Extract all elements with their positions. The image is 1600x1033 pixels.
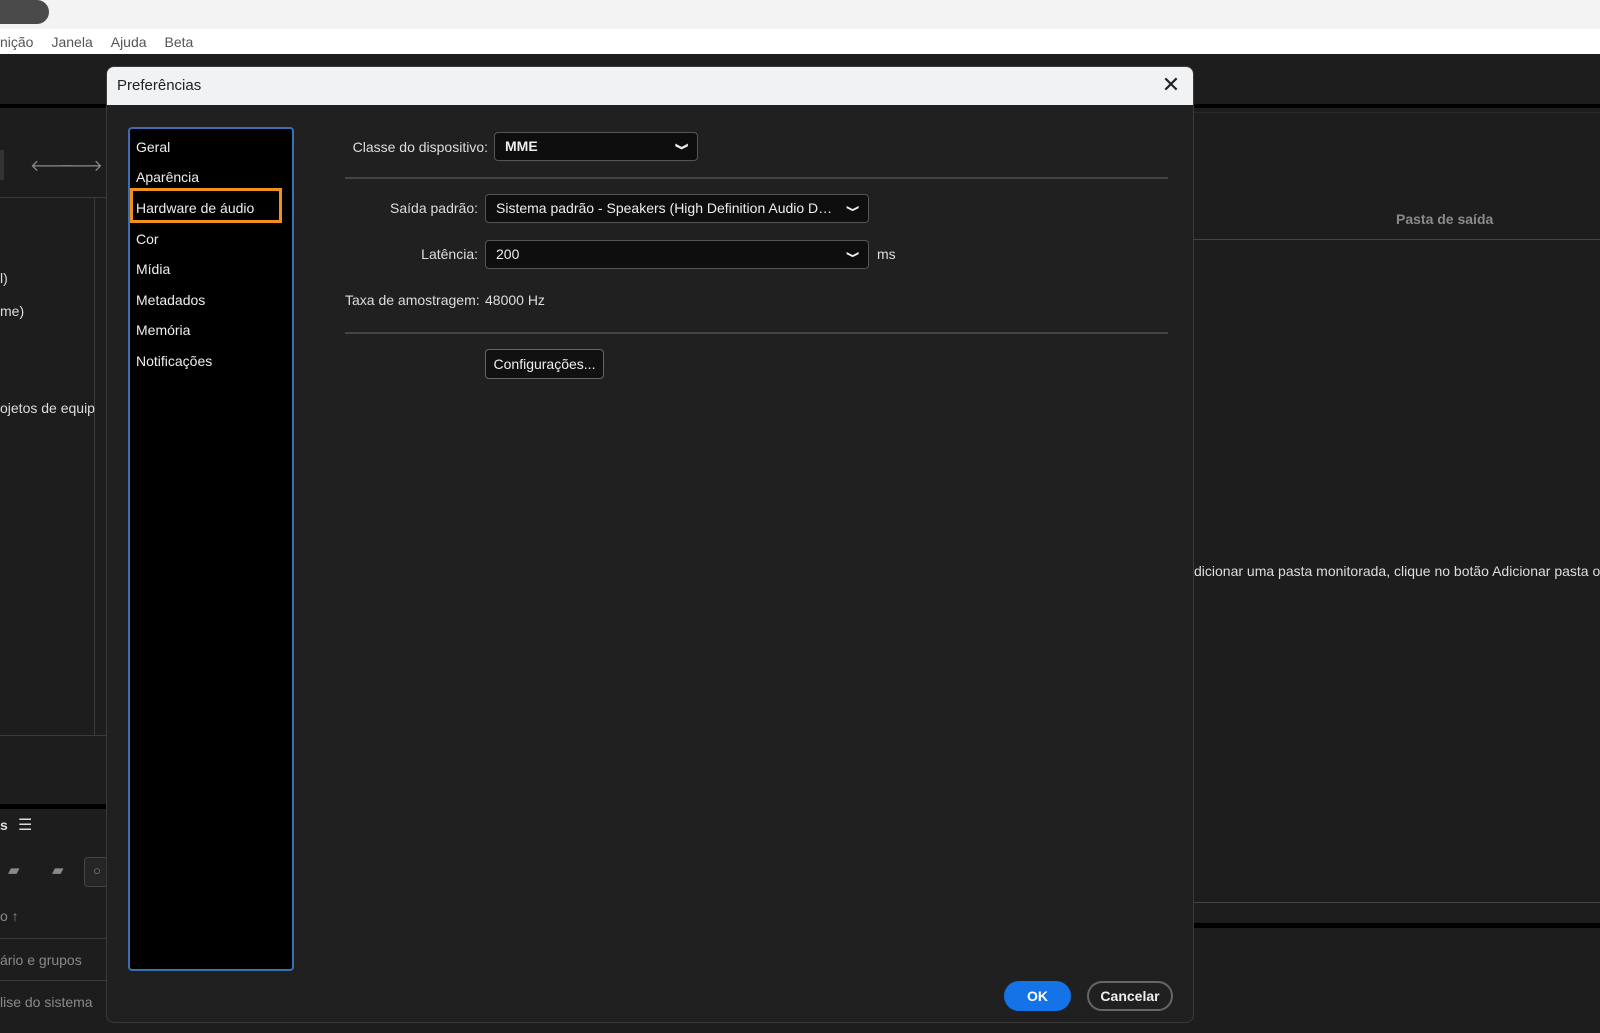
cancel-button[interactable]: Cancelar [1087, 981, 1173, 1011]
column-header-output-folder[interactable]: Pasta de saída [1396, 211, 1493, 227]
nav-item-midia[interactable]: Mídia [135, 257, 170, 281]
panel-separator [1194, 923, 1600, 928]
divider [0, 938, 106, 939]
device-class-value: MME [505, 138, 538, 154]
panel-title: s [0, 817, 8, 833]
divider [345, 332, 1168, 334]
folder-out-icon[interactable]: ▰ [52, 861, 64, 879]
preferences-nav: Geral Aparência Hardware de áudio Cor Mí… [128, 127, 294, 971]
nav-item-notificacoes[interactable]: Notificações [135, 349, 212, 373]
divider [345, 177, 1168, 179]
nav-item-metadados[interactable]: Metadados [135, 288, 205, 312]
close-icon[interactable]: ✕ [1159, 73, 1183, 97]
search-icon: ○ [93, 863, 101, 878]
dialog-title: Preferências [117, 77, 202, 94]
panel-menu-icon[interactable]: ☰ [18, 815, 32, 835]
latency-value: 200 [496, 246, 520, 262]
ok-button[interactable]: OK [1004, 981, 1071, 1011]
menu-item-beta[interactable]: Beta [165, 34, 194, 50]
divider [94, 197, 95, 735]
divider [0, 980, 106, 981]
bg-text: l) [0, 270, 8, 286]
default-output-value: Sistema padrão - Speakers (High Definiti… [496, 200, 838, 216]
bg-text: ojetos de equip [0, 400, 95, 416]
bg-text: me) [0, 303, 25, 319]
chevron-down-icon: ❯ [846, 204, 861, 213]
device-class-label: Classe do dispositivo: [352, 139, 488, 155]
chevron-down-icon: ❯ [846, 250, 861, 259]
sample-rate-label: Taxa de amostragem: [345, 292, 480, 308]
chevron-down-icon: ❯ [675, 142, 690, 151]
divider [0, 735, 106, 736]
panel-separator [0, 804, 106, 809]
nav-item-cor[interactable]: Cor [135, 227, 159, 251]
search-input[interactable]: ○ [84, 857, 108, 887]
divider [1194, 112, 1600, 113]
latency-label: Latência: [421, 246, 478, 262]
latency-unit: ms [877, 246, 896, 262]
divider [1194, 902, 1600, 903]
bg-list-item[interactable]: lise do sistema [0, 994, 93, 1010]
nav-item-hardware-de-audio[interactable]: Hardware de áudio [135, 196, 254, 220]
menu-item-janela[interactable]: Janela [51, 34, 92, 50]
forward-arrow-icon[interactable]: 🡒 [60, 155, 103, 176]
menu-bar: nição Janela Ajuda Beta [0, 29, 1600, 54]
title-strip [0, 0, 1600, 29]
divider [1194, 239, 1600, 240]
background-left-panel [0, 112, 106, 805]
latency-dropdown[interactable]: 200 ❯ [485, 240, 869, 269]
sample-rate-value: 48000 Hz [485, 292, 545, 308]
window-tab[interactable] [0, 0, 49, 24]
preferences-dialog: Preferências ✕ Geral Aparência Hardware … [106, 66, 1194, 1023]
nav-item-aparencia[interactable]: Aparência [135, 165, 199, 189]
menu-item[interactable]: nição [0, 34, 33, 50]
device-class-dropdown[interactable]: MME ❯ [494, 132, 698, 161]
dialog-titlebar: Preferências ✕ [107, 67, 1193, 105]
nav-item-memoria[interactable]: Memória [135, 318, 190, 342]
nav-item-geral[interactable]: Geral [135, 135, 170, 159]
menu-item-ajuda[interactable]: Ajuda [111, 34, 147, 50]
bg-search-edge [0, 150, 4, 180]
bg-list-item[interactable]: ário e grupos [0, 952, 82, 968]
divider [0, 197, 106, 198]
folder-in-icon[interactable]: ▰ [8, 861, 20, 879]
default-output-dropdown[interactable]: Sistema padrão - Speakers (High Definiti… [485, 194, 869, 223]
watch-folder-hint: dicionar uma pasta monitorada, clique no… [1194, 563, 1600, 579]
settings-button[interactable]: Configurações... [485, 349, 604, 379]
default-output-label: Saída padrão: [390, 200, 478, 216]
sort-indicator[interactable]: o ↑ [0, 908, 19, 924]
